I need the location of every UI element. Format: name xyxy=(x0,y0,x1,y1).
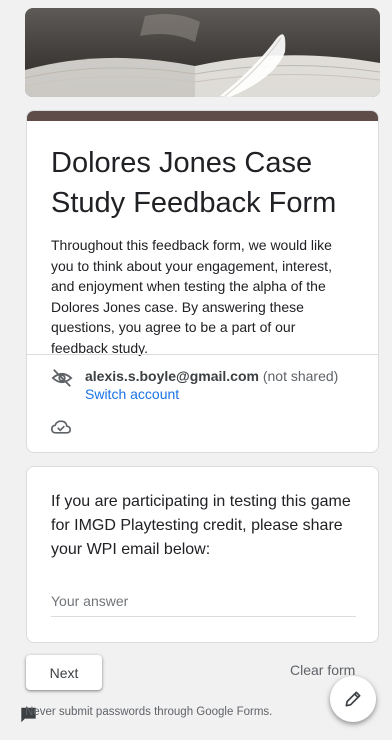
switch-account-link[interactable]: Switch account xyxy=(85,385,338,403)
edit-fab-button[interactable] xyxy=(330,676,376,722)
open-book-feather-illustration xyxy=(25,14,380,97)
pencil-icon xyxy=(345,691,361,707)
not-shared-label: (not shared) xyxy=(262,368,339,384)
form-description: Throughout this feedback form, we would … xyxy=(51,237,332,356)
divider xyxy=(27,354,378,355)
answer-input[interactable] xyxy=(51,590,356,617)
account-info: alexis.s.boyle@gmail.com (not shared) Sw… xyxy=(85,367,338,403)
account-row: alexis.s.boyle@gmail.com (not shared) Sw… xyxy=(51,367,338,403)
question-text: If you are participating in testing this… xyxy=(51,493,351,558)
question-card: If you are participating in testing this… xyxy=(26,466,379,643)
password-notice: Never submit passwords through Google Fo… xyxy=(25,706,273,718)
next-button[interactable]: Next xyxy=(26,655,102,690)
eye-off-icon xyxy=(51,369,73,387)
accent-bar xyxy=(27,111,378,121)
header-banner-image xyxy=(25,8,380,97)
clear-form-button[interactable]: Clear form xyxy=(290,662,355,678)
form-title: Dolores Jones Case Study Feedback Form xyxy=(51,147,337,219)
form-title-card: Dolores Jones Case Study Feedback Form T… xyxy=(26,110,379,453)
cloud-check-icon xyxy=(51,420,71,434)
account-email: alexis.s.boyle@gmail.com xyxy=(85,368,259,384)
